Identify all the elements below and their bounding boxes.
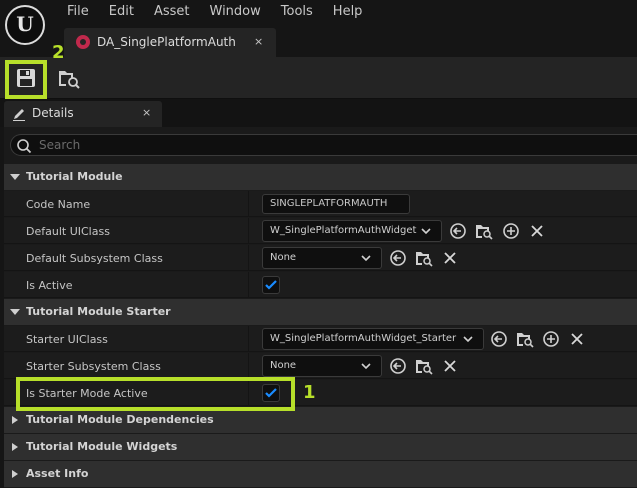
category-tutorial-module-starter[interactable]: Tutorial Module Starter: [4, 299, 637, 325]
column-divider[interactable]: [248, 326, 249, 352]
clear-x-icon: [531, 225, 543, 237]
clear-button[interactable]: [441, 357, 459, 375]
starter-mode-highlight: [16, 377, 295, 411]
category-label: Tutorial Module: [26, 170, 123, 183]
starter-ui-class-dropdown[interactable]: W_SinglePlatformAuthWidget_Starter: [262, 328, 484, 350]
callout-1: 1: [303, 382, 316, 403]
use-selected-arrow-icon: [390, 250, 406, 266]
search-icon: [17, 139, 32, 154]
collapsed-arrow-icon: [12, 416, 18, 424]
property-row-is-active: Is Active: [4, 272, 637, 298]
expanded-arrow-icon: [10, 309, 20, 315]
add-icon: [543, 331, 559, 347]
column-divider[interactable]: [248, 353, 249, 379]
category-label: Tutorial Module Starter: [26, 305, 171, 318]
collapsed-arrow-icon: [12, 470, 18, 478]
clear-button[interactable]: [528, 222, 546, 240]
document-tab[interactable]: DA_SinglePlatformAuth ×: [64, 28, 276, 57]
starter-ui-class-value: W_SinglePlatformAuthWidget_Starter: [270, 333, 457, 344]
property-label: Starter UIClass: [26, 333, 108, 346]
menu-asset[interactable]: Asset: [144, 3, 200, 21]
use-selected-button[interactable]: [389, 357, 407, 375]
category-label: Tutorial Module Widgets: [26, 440, 178, 453]
default-ui-class-value: W_SinglePlatformAuthWidget: [270, 225, 417, 236]
column-divider[interactable]: [248, 245, 249, 271]
category-tutorial-module[interactable]: Tutorial Module: [4, 164, 637, 190]
create-new-button[interactable]: [542, 330, 560, 348]
property-label: Is Active: [26, 279, 73, 292]
starter-subsystem-class-value: None: [270, 360, 297, 371]
category-tutorial-module-widgets[interactable]: Tutorial Module Widgets: [4, 434, 637, 460]
use-selected-button[interactable]: [389, 249, 407, 267]
document-tab-title: DA_SinglePlatformAuth: [97, 35, 236, 49]
add-icon: [503, 223, 519, 239]
checkmark-icon: [265, 280, 277, 290]
browse-button[interactable]: [415, 249, 433, 267]
column-divider[interactable]: [248, 218, 249, 244]
chevron-down-icon: [421, 228, 431, 235]
clear-button[interactable]: [568, 330, 586, 348]
property-label: Starter Subsystem Class: [26, 360, 161, 373]
category-label: Tutorial Module Dependencies: [26, 413, 214, 426]
default-subsystem-class-value: None: [270, 252, 297, 263]
browse-button[interactable]: [415, 357, 433, 375]
close-tab-icon[interactable]: ×: [254, 35, 263, 48]
browse-folder-icon: [416, 252, 433, 267]
is-active-checkbox[interactable]: [262, 276, 280, 294]
category-label: Asset Info: [26, 467, 89, 480]
menu-edit[interactable]: Edit: [99, 3, 144, 21]
browse-folder-icon: [517, 333, 534, 348]
chevron-down-icon: [361, 363, 371, 370]
code-name-field[interactable]: SINGLEPLATFORMAUTH: [262, 194, 410, 214]
property-label: Default UIClass: [26, 225, 110, 238]
browse-button[interactable]: [475, 222, 493, 240]
code-name-value: SINGLEPLATFORMAUTH: [270, 198, 388, 209]
close-details-icon[interactable]: ×: [142, 106, 151, 119]
browse-to-asset-button[interactable]: [56, 66, 82, 90]
callout-2: 2: [52, 42, 65, 63]
menu-window[interactable]: Window: [200, 3, 271, 21]
default-ui-class-dropdown[interactable]: W_SinglePlatformAuthWidget: [262, 220, 442, 242]
use-selected-button[interactable]: [490, 330, 508, 348]
use-selected-arrow-icon: [390, 358, 406, 374]
column-divider[interactable]: [248, 191, 249, 217]
use-selected-button[interactable]: [449, 222, 467, 240]
category-asset-info[interactable]: Asset Info: [4, 461, 637, 487]
menu-file[interactable]: File: [57, 3, 99, 21]
expanded-arrow-icon: [10, 174, 20, 180]
details-tab-label: Details: [32, 106, 74, 120]
use-selected-arrow-icon: [450, 223, 466, 239]
details-tab[interactable]: Details ×: [4, 101, 162, 127]
menu-bar: File Edit Asset Window Tools Help: [57, 3, 372, 21]
chevron-down-icon: [463, 336, 473, 343]
search-box[interactable]: [10, 134, 637, 156]
unreal-logo-icon[interactable]: U: [5, 5, 45, 45]
property-label: Default Subsystem Class: [26, 252, 163, 265]
clear-button[interactable]: [441, 249, 459, 267]
pencil-icon: [13, 109, 25, 121]
data-asset-icon: [76, 35, 90, 49]
collapsed-arrow-icon: [12, 443, 18, 451]
menu-help[interactable]: Help: [323, 3, 373, 21]
clear-x-icon: [444, 360, 456, 372]
default-subsystem-class-dropdown[interactable]: None: [262, 247, 382, 269]
menu-tools[interactable]: Tools: [271, 3, 323, 21]
use-selected-arrow-icon: [491, 331, 507, 347]
clear-x-icon: [444, 252, 456, 264]
browse-button[interactable]: [516, 330, 534, 348]
column-divider[interactable]: [248, 272, 249, 298]
asset-toolbar: [0, 57, 637, 99]
starter-subsystem-class-dropdown[interactable]: None: [262, 355, 382, 377]
create-new-button[interactable]: [502, 222, 520, 240]
search-input[interactable]: [39, 137, 619, 153]
browse-folder-icon: [416, 360, 433, 375]
browse-to-asset-icon: [59, 71, 80, 89]
property-label: Code Name: [26, 198, 91, 211]
chevron-down-icon: [361, 255, 371, 262]
save-button-highlight: [5, 60, 47, 99]
browse-folder-icon: [476, 225, 493, 240]
clear-x-icon: [571, 333, 583, 345]
